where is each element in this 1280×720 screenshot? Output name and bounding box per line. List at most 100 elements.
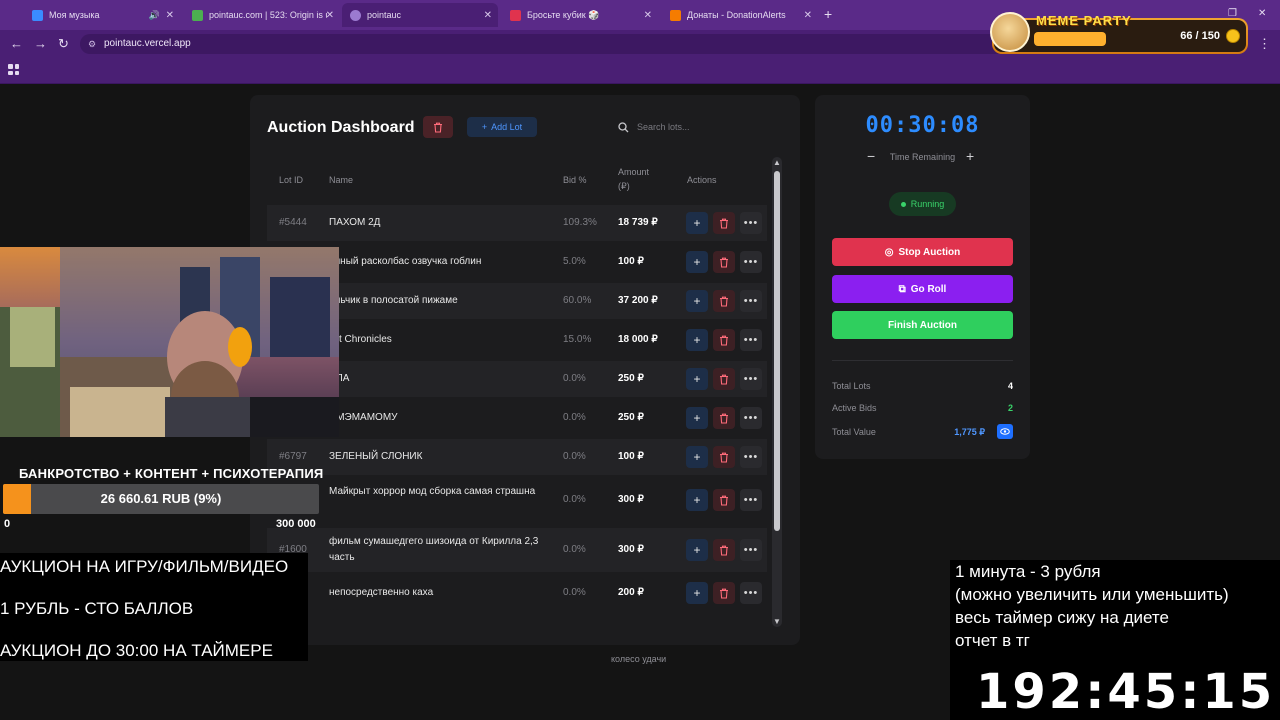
add-bid-button[interactable]: + (686, 251, 708, 273)
back-arrow-icon[interactable]: ← (10, 36, 23, 51)
wheel-link[interactable]: колесо удачи (611, 654, 666, 664)
time-remaining-label: Time Remaining (889, 152, 956, 162)
lot-name: непосредственно каха (329, 587, 434, 598)
delete-lot-button[interactable] (713, 446, 735, 468)
forward-arrow-icon[interactable]: → (34, 36, 47, 51)
delete-lot-button[interactable] (713, 290, 735, 312)
finish-auction-button[interactable]: Finish Auction (832, 311, 1013, 339)
lot-name: ЗЕЛЕНЫЙ СЛОНИК (329, 451, 423, 462)
tab-title: Донаты - DonationAlerts (687, 10, 786, 20)
add-bid-button[interactable]: + (686, 582, 708, 604)
donationalerts-favicon-icon (670, 9, 681, 21)
close-tab-icon[interactable]: ✕ (166, 10, 174, 21)
speaker-icon[interactable]: 🔊 (149, 10, 160, 21)
delete-lot-button[interactable] (713, 212, 735, 234)
plus-icon: + (693, 294, 701, 308)
table-row: #1600 фильм сумашедгего шизоида от Кирилл… (267, 528, 767, 572)
lot-name: ИЛА (329, 373, 350, 384)
increase-time-button[interactable]: + (966, 148, 974, 164)
ellipsis-icon: ••• (743, 334, 759, 346)
more-options-button[interactable]: ••• (740, 251, 762, 273)
more-options-button[interactable]: ••• (740, 446, 762, 468)
lot-amount: 250 ₽ (618, 412, 644, 423)
site-info-icon[interactable]: ⚙ (88, 34, 96, 54)
add-bid-button[interactable]: + (686, 329, 708, 351)
plus-icon: + (693, 216, 701, 230)
lot-amount: 37 200 ₽ (618, 295, 658, 306)
add-lot-button[interactable]: + Add Lot (467, 117, 537, 137)
delete-lot-button[interactable] (713, 582, 735, 604)
more-options-button[interactable]: ••• (740, 329, 762, 351)
clear-lots-button[interactable] (423, 116, 453, 138)
add-bid-button[interactable]: + (686, 212, 708, 234)
add-bid-button[interactable]: + (686, 489, 708, 511)
lot-bid-percent: 109.3% (563, 217, 597, 228)
progress-text: 26 660.61 RUB (9%) (100, 491, 222, 506)
close-tab-icon[interactable]: ✕ (804, 10, 812, 21)
lot-amount: 250 ₽ (618, 373, 644, 384)
more-options-button[interactable]: ••• (740, 539, 762, 561)
ellipsis-icon: ••• (743, 494, 759, 506)
rule-line: АУКЦИОН НА ИГРУ/ФИЛЬМ/ВИДЕО (0, 557, 289, 576)
add-bid-button[interactable]: + (686, 446, 708, 468)
total-value-label: Total Value (832, 427, 876, 437)
scroll-up-icon[interactable]: ▲ (773, 158, 781, 167)
ellipsis-icon: ••• (743, 587, 759, 599)
add-bid-button[interactable]: + (686, 368, 708, 390)
ellipsis-icon: ••• (743, 412, 759, 424)
go-roll-button[interactable]: ⧉ Go Roll (832, 275, 1013, 303)
screen: Моя музыка 🔊 ✕ pointauc.com | 523: Origi… (0, 0, 1280, 720)
search-lots[interactable]: Search lots... (618, 117, 778, 137)
toggle-visibility-button[interactable] (997, 424, 1013, 439)
lot-amount: 200 ₽ (618, 587, 644, 598)
add-bid-button[interactable]: + (686, 407, 708, 429)
close-tab-icon[interactable]: ✕ (484, 10, 492, 21)
delete-lot-button[interactable] (713, 329, 735, 351)
apps-grid-icon[interactable] (8, 64, 19, 75)
close-tab-icon[interactable]: ✕ (644, 10, 652, 21)
more-options-button[interactable]: ••• (740, 582, 762, 604)
scroll-down-icon[interactable]: ▼ (773, 617, 781, 626)
stop-auction-button[interactable]: ◎ Stop Auction (832, 238, 1013, 266)
trash-icon (720, 257, 728, 268)
active-bids-label: Active Bids (832, 403, 877, 413)
delete-lot-button[interactable] (713, 489, 735, 511)
close-window-icon[interactable]: ✕ (1258, 8, 1266, 19)
trash-icon (720, 413, 728, 424)
table-row: олный расколбас озвучка гоблин 5.0% 100 ₽ +… (267, 244, 767, 280)
tab-music[interactable]: Моя музыка 🔊 ✕ (24, 3, 180, 27)
tab-dice[interactable]: Бросьте кубик 🎲 ✕ (502, 3, 658, 27)
add-bid-button[interactable]: + (686, 539, 708, 561)
globe-favicon-icon (350, 9, 361, 21)
table-row: Майкрыт хоррор мод сборка самая страшна 0… (267, 478, 767, 522)
search-input[interactable]: Search lots... (637, 122, 690, 132)
add-bid-button[interactable]: + (686, 290, 708, 312)
delete-lot-button[interactable] (713, 407, 735, 429)
plus-icon: + (693, 543, 701, 557)
more-options-button[interactable]: ••• (740, 290, 762, 312)
delete-lot-button[interactable] (713, 539, 735, 561)
tab-pointauc-com[interactable]: pointauc.com | 523: Origin is unr ✕ (184, 3, 340, 27)
doge-avatar (990, 12, 1030, 52)
new-tab-icon[interactable]: + (824, 6, 832, 22)
tab-donationalerts[interactable]: Донаты - DonationAlerts ✕ (662, 3, 818, 27)
scrollbar-thumb[interactable] (774, 171, 780, 531)
more-options-button[interactable]: ••• (740, 368, 762, 390)
more-options-button[interactable]: ••• (740, 407, 762, 429)
column-actions: Actions (687, 175, 717, 185)
plus-icon: + (481, 122, 488, 132)
total-value-stat: Total Value 1,775 ₽ (832, 427, 1013, 437)
url-text: pointauc.vercel.app (104, 38, 191, 49)
menu-dots-icon[interactable]: ⋮ (1258, 36, 1271, 52)
more-options-button[interactable]: ••• (740, 212, 762, 234)
table-scrollbar[interactable]: ▲ ▼ (772, 157, 782, 627)
delete-lot-button[interactable] (713, 368, 735, 390)
tab-pointauc[interactable]: pointauc ✕ (342, 3, 498, 27)
ellipsis-icon: ••• (743, 295, 759, 307)
reload-icon[interactable]: ↻ (58, 36, 69, 52)
column-amount-unit: (₽) (618, 181, 630, 191)
eye-icon (1000, 428, 1010, 435)
more-options-button[interactable]: ••• (740, 489, 762, 511)
close-tab-icon[interactable]: ✕ (326, 10, 334, 21)
delete-lot-button[interactable] (713, 251, 735, 273)
